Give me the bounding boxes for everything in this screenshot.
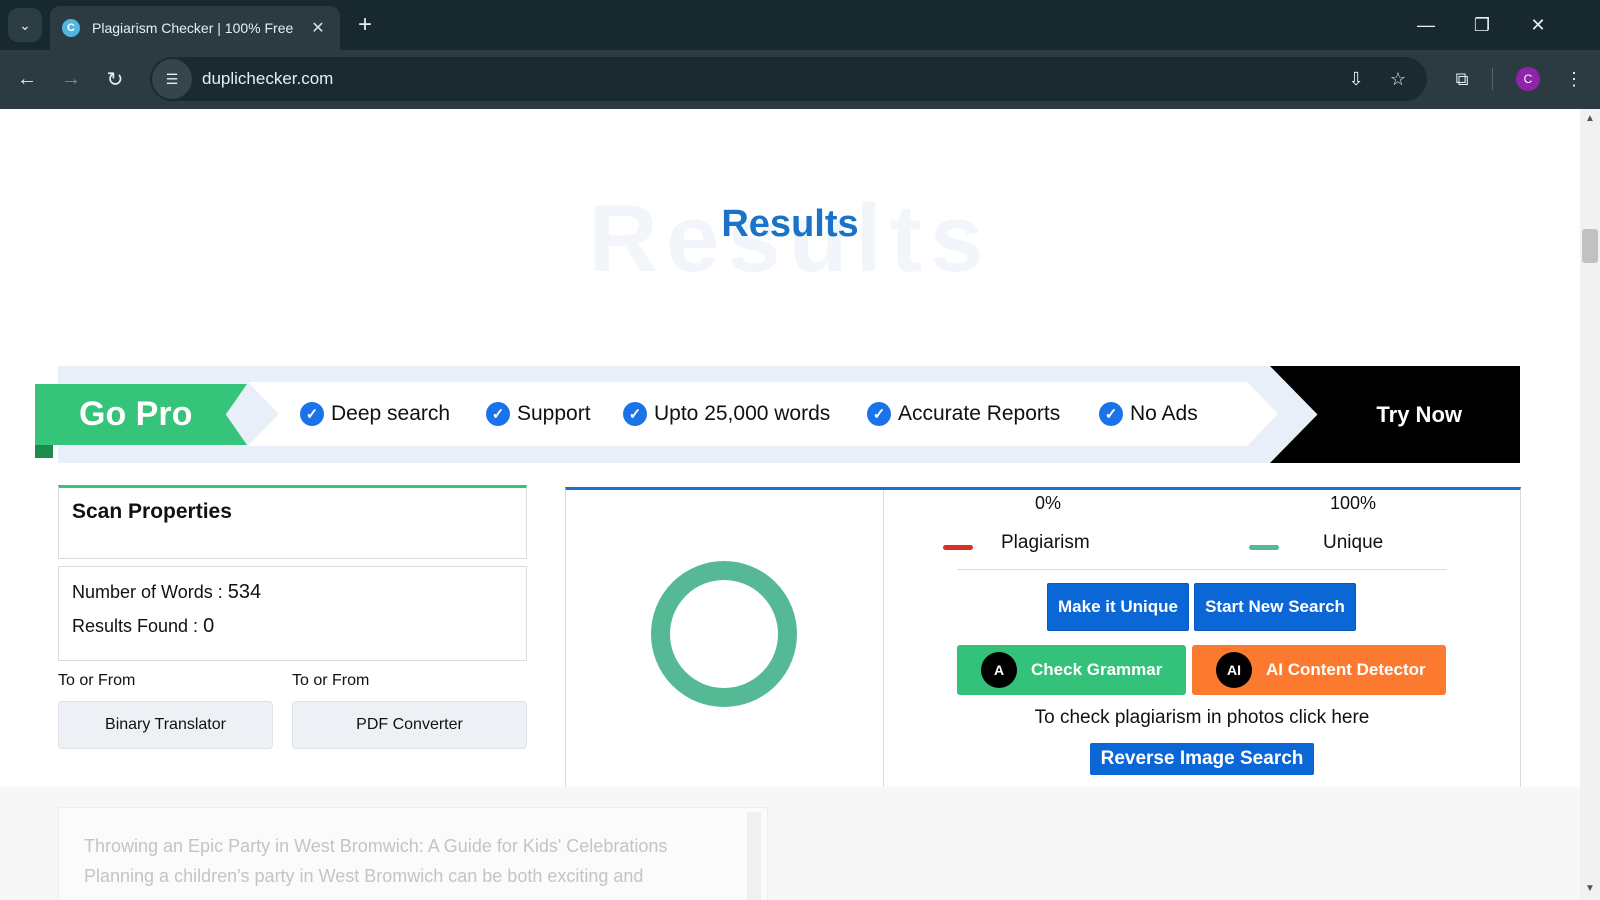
- ribbon-fold: [35, 445, 53, 458]
- feature-no-ads: ✓ No Ads: [1099, 392, 1198, 436]
- binary-translator-button[interactable]: Binary Translator: [58, 701, 273, 749]
- ai-content-detector-label: AI Content Detector: [1266, 660, 1426, 679]
- feature-label: Upto 25,000 words: [654, 402, 831, 425]
- to-or-from-label: To or From: [58, 672, 136, 689]
- text-line: Throwing an Epic Party in West Bromwich:…: [84, 836, 668, 856]
- ai-content-detector-button[interactable]: AI AI Content Detector: [1192, 645, 1446, 695]
- feature-word-limit: ✓ Upto 25,000 words: [623, 392, 830, 436]
- back-icon[interactable]: ←: [11, 63, 43, 95]
- reverse-image-search-button[interactable]: Reverse Image Search: [1090, 743, 1314, 775]
- photo-check-text: To check plagiarism in photos click here: [1034, 707, 1370, 728]
- install-app-icon[interactable]: ⇩: [1340, 63, 1372, 95]
- feature-accurate-reports: ✓ Accurate Reports: [867, 392, 1060, 436]
- address-bar[interactable]: ☰ duplichecker.com: [150, 57, 1427, 101]
- feature-deep-search: ✓ Deep search: [300, 392, 450, 436]
- active-tab[interactable]: C Plagiarism Checker | 100% Free ✕: [50, 6, 340, 50]
- results-found: Results Found : 0: [72, 615, 214, 638]
- restore-icon[interactable]: ❐: [1454, 0, 1510, 50]
- scrollbar-thumb[interactable]: [1582, 229, 1598, 263]
- url-text[interactable]: duplichecker.com: [202, 69, 333, 89]
- word-count-label: Number of Words :: [72, 582, 223, 602]
- results-found-value: 0: [203, 615, 215, 637]
- ai-detector-icon: AI: [1216, 652, 1252, 688]
- text-line: Planning a children's party in West Brom…: [84, 866, 644, 886]
- site-info-icon[interactable]: ☰: [152, 59, 192, 99]
- reload-icon[interactable]: ↻: [99, 63, 131, 95]
- scanned-text-box[interactable]: Throwing an Epic Party in West Bromwich:…: [58, 807, 768, 900]
- page-viewport: Results Results Go Pro ✓ Deep search ✓ S…: [0, 109, 1580, 900]
- extensions-icon[interactable]: ⧉: [1446, 63, 1478, 95]
- go-pro-ribbon: Go Pro: [35, 384, 247, 445]
- toolbar-divider: [1492, 68, 1493, 90]
- textbox-scrollbar[interactable]: [747, 812, 761, 900]
- scan-properties-header: Scan Properties: [58, 485, 527, 559]
- check-icon: ✓: [623, 402, 647, 426]
- legend-divider: [957, 569, 1447, 570]
- scan-properties-body: Number of Words : 534 Results Found : 0: [58, 566, 527, 661]
- plagiarism-percent: 0%: [1034, 493, 1061, 513]
- unique-legend-swatch: [1249, 545, 1279, 550]
- check-icon: ✓: [300, 402, 324, 426]
- make-it-unique-button[interactable]: Make it Unique: [1047, 583, 1189, 631]
- plagiarism-legend-swatch: [943, 545, 973, 550]
- check-grammar-label: Check Grammar: [1031, 660, 1163, 679]
- unique-legend-label: Unique: [1323, 532, 1384, 553]
- start-new-search-button[interactable]: Start New Search: [1194, 583, 1356, 631]
- results-found-label: Results Found :: [72, 616, 199, 636]
- profile-avatar[interactable]: C: [1516, 67, 1540, 91]
- check-icon: ✓: [1099, 402, 1123, 426]
- minimize-icon[interactable]: —: [1398, 0, 1454, 50]
- tab-close-icon[interactable]: ✕: [308, 18, 328, 38]
- grammar-check-icon: A: [981, 652, 1017, 688]
- feature-label: Support: [517, 402, 591, 425]
- feature-support: ✓ Support: [486, 392, 591, 436]
- check-icon: ✓: [486, 402, 510, 426]
- feature-label: Deep search: [331, 402, 451, 425]
- scroll-up-arrow-icon[interactable]: ▲: [1585, 113, 1595, 124]
- tab-search-chevron-icon[interactable]: ⌄: [8, 8, 42, 42]
- word-count: Number of Words : 534: [72, 581, 261, 604]
- tab-strip: ⌄ C Plagiarism Checker | 100% Free ✕ + —…: [0, 0, 1600, 50]
- uniqueness-donut-chart: [651, 561, 797, 707]
- scroll-down-arrow-icon[interactable]: ▼: [1585, 883, 1595, 894]
- word-count-value: 534: [227, 581, 262, 603]
- to-or-from-label: To or From: [292, 672, 370, 689]
- favicon-icon: C: [62, 19, 80, 37]
- page-scrollbar[interactable]: [1580, 109, 1600, 900]
- plagiarism-legend-label: Plagiarism: [1001, 532, 1090, 553]
- check-grammar-button[interactable]: A Check Grammar: [957, 645, 1186, 695]
- unique-percent: 100%: [1329, 493, 1377, 513]
- feature-label: No Ads: [1130, 402, 1198, 425]
- menu-kebab-icon[interactable]: ⋮: [1558, 63, 1590, 95]
- check-icon: ✓: [867, 402, 891, 426]
- forward-icon[interactable]: →: [55, 63, 87, 95]
- page-title: Results: [721, 203, 859, 245]
- pdf-converter-button[interactable]: PDF Converter: [292, 701, 527, 749]
- feature-label: Accurate Reports: [898, 402, 1061, 425]
- bookmark-star-icon[interactable]: ☆: [1382, 63, 1414, 95]
- scan-properties-title: Scan Properties: [72, 500, 232, 523]
- close-window-icon[interactable]: ✕: [1510, 0, 1566, 50]
- tab-title: Plagiarism Checker | 100% Free: [92, 20, 294, 36]
- new-tab-icon[interactable]: +: [350, 10, 380, 40]
